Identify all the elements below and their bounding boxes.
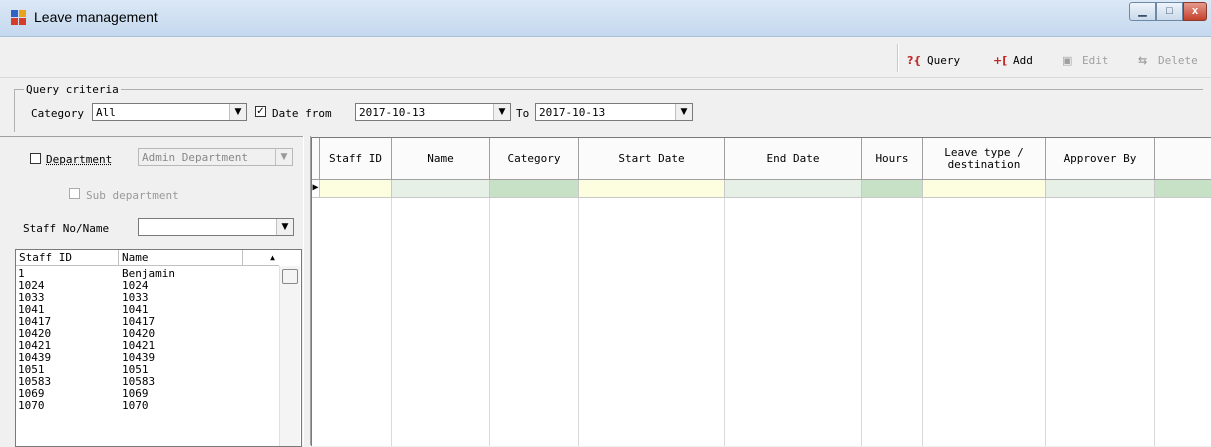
grid-cell[interactable] (923, 180, 1046, 198)
app-icon (11, 10, 27, 26)
grid-column (862, 180, 923, 446)
scroll-thumb[interactable] (282, 269, 298, 284)
chevron-down-icon[interactable]: ▼ (229, 104, 246, 120)
chevron-down-icon[interactable]: ▼ (275, 149, 292, 165)
grid-cell[interactable] (392, 180, 490, 198)
sub-department-label: Sub department (86, 189, 179, 202)
grid-cell[interactable] (579, 180, 725, 198)
to-label: To (516, 107, 530, 120)
edit-label: Edit (1082, 53, 1109, 67)
grid-header-filler (1155, 138, 1211, 180)
grid-header-approver-by[interactable]: Approver By (1046, 138, 1155, 180)
date-from-value: 2017-10-13 (359, 106, 426, 119)
chevron-down-icon[interactable]: ▼ (493, 104, 510, 120)
staff-name-cell: 1070 (122, 399, 149, 412)
chevron-down-icon[interactable]: ▼ (675, 104, 692, 120)
grid-header-end-date[interactable]: End Date (725, 138, 862, 180)
grid-cell[interactable] (1046, 180, 1155, 198)
staff-list[interactable]: Staff ID Name ▲ 1 Benjamin 1024 1024 1033 103… (15, 249, 302, 447)
grid-cell[interactable] (862, 180, 923, 198)
add-label: Add (1013, 53, 1033, 67)
list-scrollbar[interactable] (279, 266, 300, 446)
grid-cell[interactable] (1155, 180, 1211, 198)
chevron-down-icon[interactable]: ▼ (276, 219, 293, 235)
query-button[interactable]: ?{ Query (907, 52, 960, 68)
grid-header-name[interactable]: Name (392, 138, 490, 180)
staff-id-cell: 1070 (18, 399, 45, 412)
grid-header-category[interactable]: Category (490, 138, 579, 180)
grid-column (579, 180, 725, 446)
department-label: Department (46, 153, 113, 166)
grid-cell[interactable] (490, 180, 579, 198)
list-header-name[interactable]: Name (119, 250, 243, 266)
row-indicator-icon: ▶ (312, 180, 320, 198)
date-to-value: 2017-10-13 (539, 106, 606, 119)
title-bar (0, 0, 1211, 37)
edit-icon: ▣ (1062, 53, 1073, 67)
category-label: Category (31, 107, 84, 120)
grid-cell[interactable] (320, 180, 392, 198)
add-button[interactable]: +[ Add (993, 52, 1033, 68)
department-checkbox[interactable] (30, 153, 41, 164)
query-icon: ?{ (907, 53, 922, 67)
toolbar-separator (897, 44, 899, 72)
sort-up-icon[interactable]: ▲ (243, 250, 279, 266)
grid-header-staff-id[interactable]: Staff ID (320, 138, 392, 180)
add-icon: +[ (993, 53, 1008, 67)
panel-splitter[interactable] (303, 136, 311, 445)
grid-header-start-date[interactable]: Start Date (579, 138, 725, 180)
staff-search-label: Staff No/Name (23, 222, 110, 235)
department-value: Admin Department (142, 151, 248, 164)
date-to-picker[interactable]: 2017-10-13 ▼ (535, 103, 693, 121)
grid-column (392, 180, 490, 446)
category-value: All (96, 106, 116, 119)
leave-grid[interactable]: Staff ID Name Category Start Date End Date Ho… (311, 137, 1211, 446)
grid-column (1046, 180, 1155, 446)
department-select[interactable]: Admin Department ▼ (138, 148, 293, 166)
list-item[interactable]: 1070 1070 (16, 400, 278, 412)
grid-column (725, 180, 862, 446)
query-criteria-title: Query criteria (24, 83, 121, 96)
window-title: Leave management (34, 9, 158, 25)
delete-button[interactable]: ⇆ Delete (1138, 52, 1198, 68)
grid-header-hours[interactable]: Hours (862, 138, 923, 180)
category-select[interactable]: All ▼ (92, 103, 247, 121)
sub-department-checkbox[interactable] (69, 188, 80, 199)
delete-icon: ⇆ (1138, 53, 1148, 67)
grid-corner (312, 138, 320, 180)
grid-column (490, 180, 579, 446)
close-button[interactable]: x (1183, 2, 1207, 21)
date-from-label: Date from (272, 107, 332, 120)
grid-column (923, 180, 1046, 446)
query-label: Query (927, 53, 961, 67)
minimize-button[interactable]: ▁ (1129, 2, 1156, 21)
delete-label: Delete (1158, 53, 1198, 67)
edit-button[interactable]: ▣ Edit (1062, 52, 1109, 68)
date-from-picker[interactable]: 2017-10-13 ▼ (355, 103, 511, 121)
staff-search-input[interactable]: ▼ (138, 218, 294, 236)
date-from-checkbox[interactable]: ✓ (255, 106, 266, 117)
maximize-button[interactable]: □ (1156, 2, 1183, 21)
list-header-staff-id[interactable]: Staff ID (16, 250, 119, 266)
grid-cell[interactable] (725, 180, 862, 198)
grid-column (320, 180, 392, 446)
grid-header-leave-type-destination[interactable]: Leave type / destination (923, 138, 1046, 180)
